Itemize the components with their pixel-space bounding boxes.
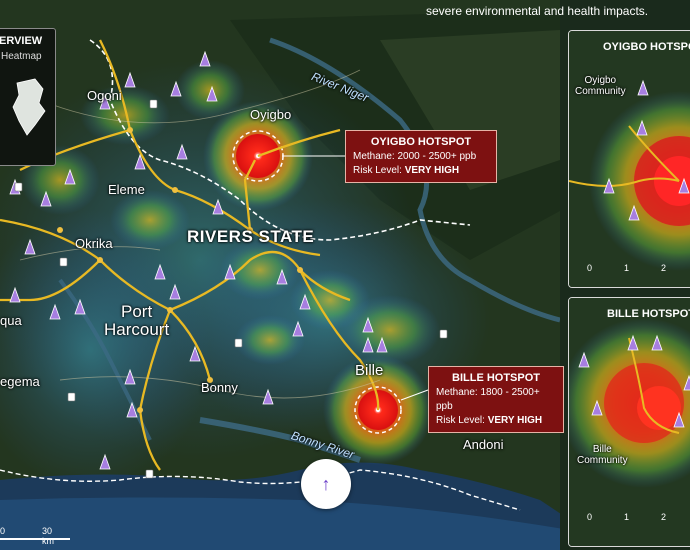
bille-inset-title: BILLE HOTSPOT bbox=[607, 308, 690, 320]
bille-community-line1: Bille bbox=[592, 444, 612, 455]
bille-hotspot-callout[interactable]: BILLE HOTSPOT Methane: 1800 - 2500+ ppb … bbox=[428, 366, 564, 433]
oyigbo-callout-risk: Risk Level: VERY HIGH bbox=[353, 164, 489, 178]
nigeria-outline-icon bbox=[12, 78, 46, 136]
town-label-ogoni: Ogoni bbox=[87, 88, 122, 103]
port-harcourt-line2: Harcourt bbox=[104, 320, 170, 339]
town-label-bille: Bille bbox=[355, 362, 384, 379]
scale-bar: 0 30 km bbox=[0, 526, 54, 546]
overview-panel: ERVIEW Heatmap bbox=[0, 28, 56, 166]
arrow-up-icon: ↑ bbox=[321, 473, 331, 494]
oyigbo-inset-map bbox=[569, 31, 690, 287]
oyigbo-callout-title: OYIGBO HOTSPOT bbox=[370, 136, 472, 148]
overview-subtitle: Heatmap bbox=[1, 51, 42, 62]
state-label-rivers: RIVERS STATE bbox=[187, 227, 315, 246]
town-label-okrika: Okrika bbox=[75, 236, 113, 251]
bille-risk-prefix: Risk Level: bbox=[436, 415, 485, 426]
town-label-egema: egema bbox=[0, 374, 40, 389]
bille-risk-value: VERY HIGH bbox=[487, 415, 543, 426]
bille-inset-map bbox=[569, 298, 690, 546]
port-harcourt-line1: Port bbox=[121, 302, 153, 321]
oyigbo-inset-panel[interactable]: OYIGBO HOTSPOT Oyigbo Community 0 1 2 bbox=[568, 30, 690, 288]
header-description: severe environmental and health impacts. bbox=[426, 4, 649, 18]
scroll-up-button[interactable]: ↑ bbox=[301, 459, 351, 509]
oyigbo-community-line2: Community bbox=[575, 86, 626, 97]
town-label-port-harcourt: Port Harcourt bbox=[104, 303, 169, 339]
oyigbo-risk-value: VERY HIGH bbox=[404, 165, 460, 176]
oyigbo-callout-methane: Methane: 2000 - 2500+ ppb bbox=[353, 151, 477, 162]
oyigbo-inset-title: OYIGBO HOTSPOT bbox=[603, 41, 690, 53]
bille-community-label: Bille Community bbox=[577, 444, 628, 466]
oyigbo-tick-1: 1 bbox=[624, 263, 630, 273]
bille-callout-methane: Methane: 1800 - 2500+ ppb bbox=[436, 387, 540, 412]
bille-tick-0: 0 bbox=[587, 512, 593, 522]
town-label-qua: qua bbox=[0, 313, 22, 328]
oyigbo-community-label: Oyigbo Community bbox=[575, 75, 626, 97]
scale-label: 30 km bbox=[42, 526, 54, 546]
bille-callout-risk: Risk Level: VERY HIGH bbox=[436, 414, 556, 428]
oyigbo-tick-0: 0 bbox=[587, 263, 593, 273]
bille-tick-1: 1 bbox=[624, 512, 630, 522]
scale-zero: 0 bbox=[0, 526, 6, 536]
overview-title: ERVIEW bbox=[0, 35, 43, 47]
oyigbo-risk-prefix: Risk Level: bbox=[353, 165, 402, 176]
town-label-andoni: Andoni bbox=[463, 437, 504, 452]
bille-inset-panel[interactable]: BILLE HOTSPOT Bille Community 0 1 2 bbox=[568, 297, 690, 547]
town-label-eleme: Eleme bbox=[108, 182, 145, 197]
oyigbo-community-line1: Oyigbo bbox=[584, 75, 617, 86]
bille-community-line2: Community bbox=[577, 455, 628, 466]
scale-line bbox=[0, 538, 70, 540]
town-label-bonny: Bonny bbox=[201, 380, 238, 395]
oyigbo-tick-2: 2 bbox=[661, 263, 667, 273]
town-label-oyigbo: Oyigbo bbox=[250, 107, 292, 122]
bille-tick-2: 2 bbox=[661, 512, 667, 522]
oyigbo-hotspot-callout[interactable]: OYIGBO HOTSPOT Methane: 2000 - 2500+ ppb… bbox=[345, 130, 497, 183]
bille-callout-title: BILLE HOTSPOT bbox=[452, 372, 540, 384]
